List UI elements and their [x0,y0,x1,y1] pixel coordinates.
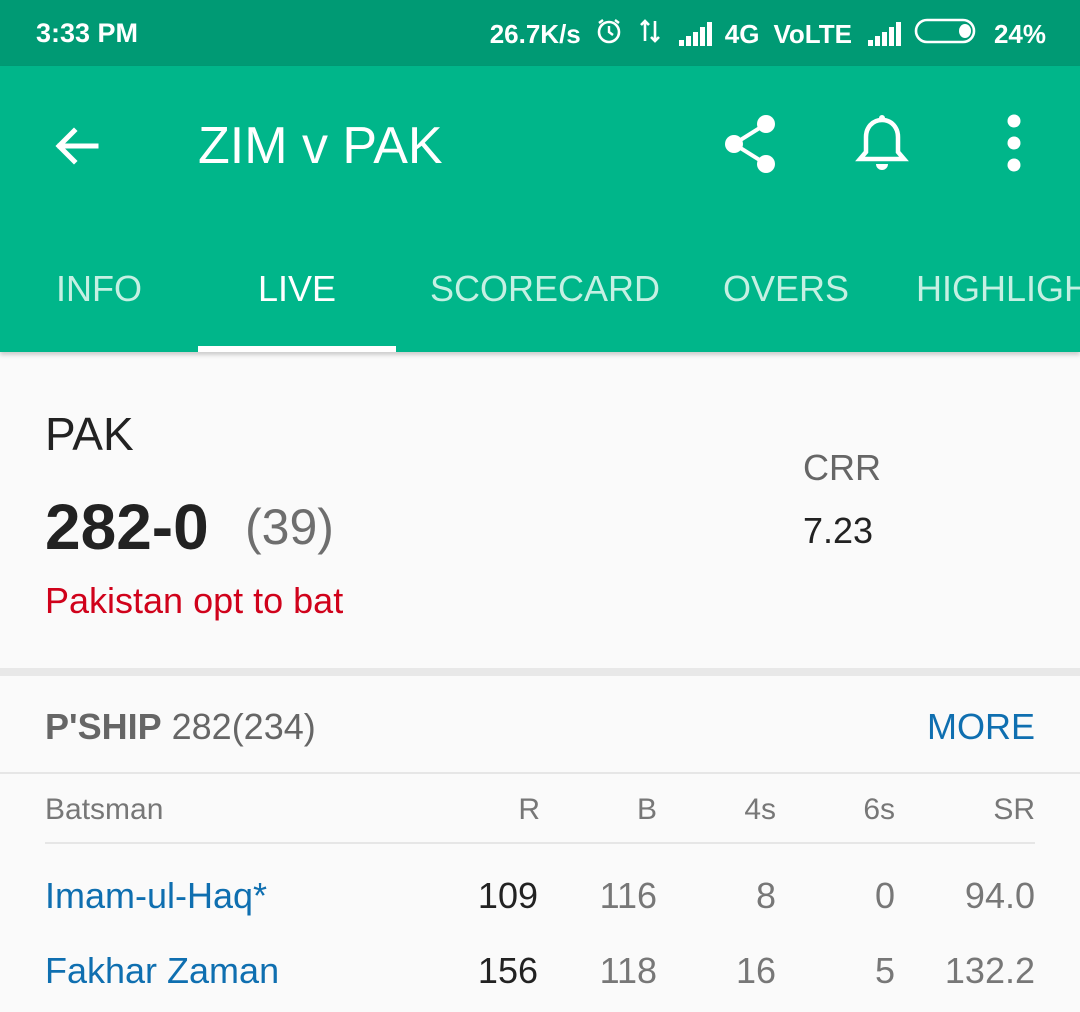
share-icon[interactable] [720,112,780,176]
crr-value: 7.23 [803,510,874,551]
tab-info[interactable]: INFO [56,268,142,310]
page-title: ZIM v PAK [198,117,443,175]
batsman-name[interactable]: Imam-ul-Haq* [45,875,267,917]
batsman-fours: 16 [735,950,776,991]
network-type: 4G [724,19,760,49]
data-transfer-icon [637,17,663,52]
partnership: P'SHIP 282(234) [45,706,316,748]
network-speed: 26.7K/s [489,19,581,49]
bell-icon[interactable] [852,112,912,176]
batting-team: PAK [45,408,134,460]
active-tab-indicator [198,346,396,352]
more-vert-icon[interactable] [984,112,1044,176]
battery-percent: 24% [993,19,1046,49]
divider-line [0,772,1080,774]
header-balls: B [636,793,657,826]
batsman-sixes: 5 [874,950,895,991]
signal-icon [677,21,712,48]
batsman-strike-rate: 132.2 [944,950,1035,991]
batsman-runs: 109 [477,875,538,916]
volte-label: VoLTE [773,19,852,49]
status-bar: 3:33 PM 26.7K/s 4G VoLTE 24% [0,0,1080,66]
more-button[interactable]: MORE [927,706,1035,748]
battery-icon [914,17,980,52]
app-bar: ZIM v PAK INFO LIVE SCORECARD OVERS HIGH… [0,66,1080,352]
signal-icon-2 [866,21,901,48]
tab-highlights[interactable]: HIGHLIGHTS [916,268,1080,310]
batsman-fours: 8 [755,875,776,916]
status-time: 3:33 PM [36,18,139,48]
header-runs: R [518,793,540,826]
crr-label: CRR [803,447,881,488]
batsman-balls: 116 [599,875,657,916]
batsman-name[interactable]: Fakhar Zaman [45,950,279,992]
batsman-strike-rate: 94.0 [964,875,1035,916]
header-fours: 4s [744,793,776,826]
tab-bar: INFO LIVE SCORECARD OVERS HIGHLIGHTS [0,262,1080,352]
alarm-icon [595,17,623,52]
header-sixes: 6s [863,793,895,826]
header-batsman: Batsman [45,793,164,826]
table-header-divider [45,842,1035,844]
tab-scorecard[interactable]: SCORECARD [430,268,660,310]
header-strike-rate: SR [993,793,1035,826]
match-status: Pakistan opt to bat [45,580,344,621]
app-screen: 3:33 PM 26.7K/s 4G VoLTE 24% ZIM v PAK I… [0,0,1080,1012]
batsman-balls: 118 [599,950,657,991]
back-arrow-icon[interactable] [52,121,102,171]
partnership-label: P'SHIP [45,706,162,747]
section-divider [0,668,1080,676]
status-indicators: 26.7K/s 4G VoLTE 24% [490,17,1046,52]
score-overs: (39) [245,499,334,555]
score-runs-wickets: 282-0 [45,491,209,563]
batsman-runs: 156 [477,950,538,991]
tab-overs[interactable]: OVERS [723,268,849,310]
partnership-value: 282(234) [171,706,316,747]
batsman-sixes: 0 [874,875,895,916]
tab-live[interactable]: LIVE [258,268,336,310]
